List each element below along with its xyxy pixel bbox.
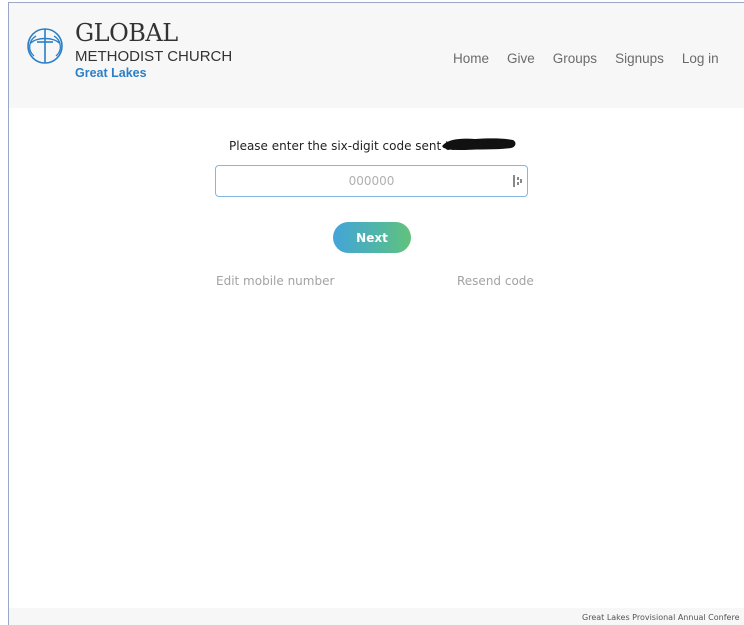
verification-prompt: Please enter the six-digit code sent to [9,138,744,158]
nav-groups[interactable]: Groups [544,50,606,68]
site-footer: Great Lakes Provisional Annual Confere [9,608,744,625]
code-actions: Edit mobile number Resend code [9,273,744,291]
cross-flame-logo-icon [27,28,63,64]
password-manager-icon[interactable] [512,174,524,188]
logo-line-global: GLOBAL [75,19,178,47]
next-button[interactable]: Next [333,222,411,253]
prompt-text: Please enter the six-digit code sent to [229,139,458,153]
edit-mobile-number-link[interactable]: Edit mobile number [216,273,334,289]
redacted-phone-number [442,138,516,150]
footer-text: Great Lakes Provisional Annual Confere [582,613,740,622]
verification-code-input[interactable] [215,165,528,197]
site-logo[interactable]: GLOBAL METHODIST CHURCH Great Lakes [22,17,232,87]
resend-code-link[interactable]: Resend code [457,273,534,289]
main-nav: Home Give Groups Signups Log in [453,50,728,68]
browser-viewport: GLOBAL METHODIST CHURCH Great Lakes Home… [8,2,744,625]
nav-signups[interactable]: Signups [606,50,673,68]
nav-home[interactable]: Home [453,50,498,68]
nav-give[interactable]: Give [498,50,544,68]
logo-line-methodist: METHODIST CHURCH [75,48,233,65]
nav-login[interactable]: Log in [673,50,728,68]
logo-line-region: Great Lakes [75,66,147,80]
site-header: GLOBAL METHODIST CHURCH Great Lakes Home… [9,3,744,108]
